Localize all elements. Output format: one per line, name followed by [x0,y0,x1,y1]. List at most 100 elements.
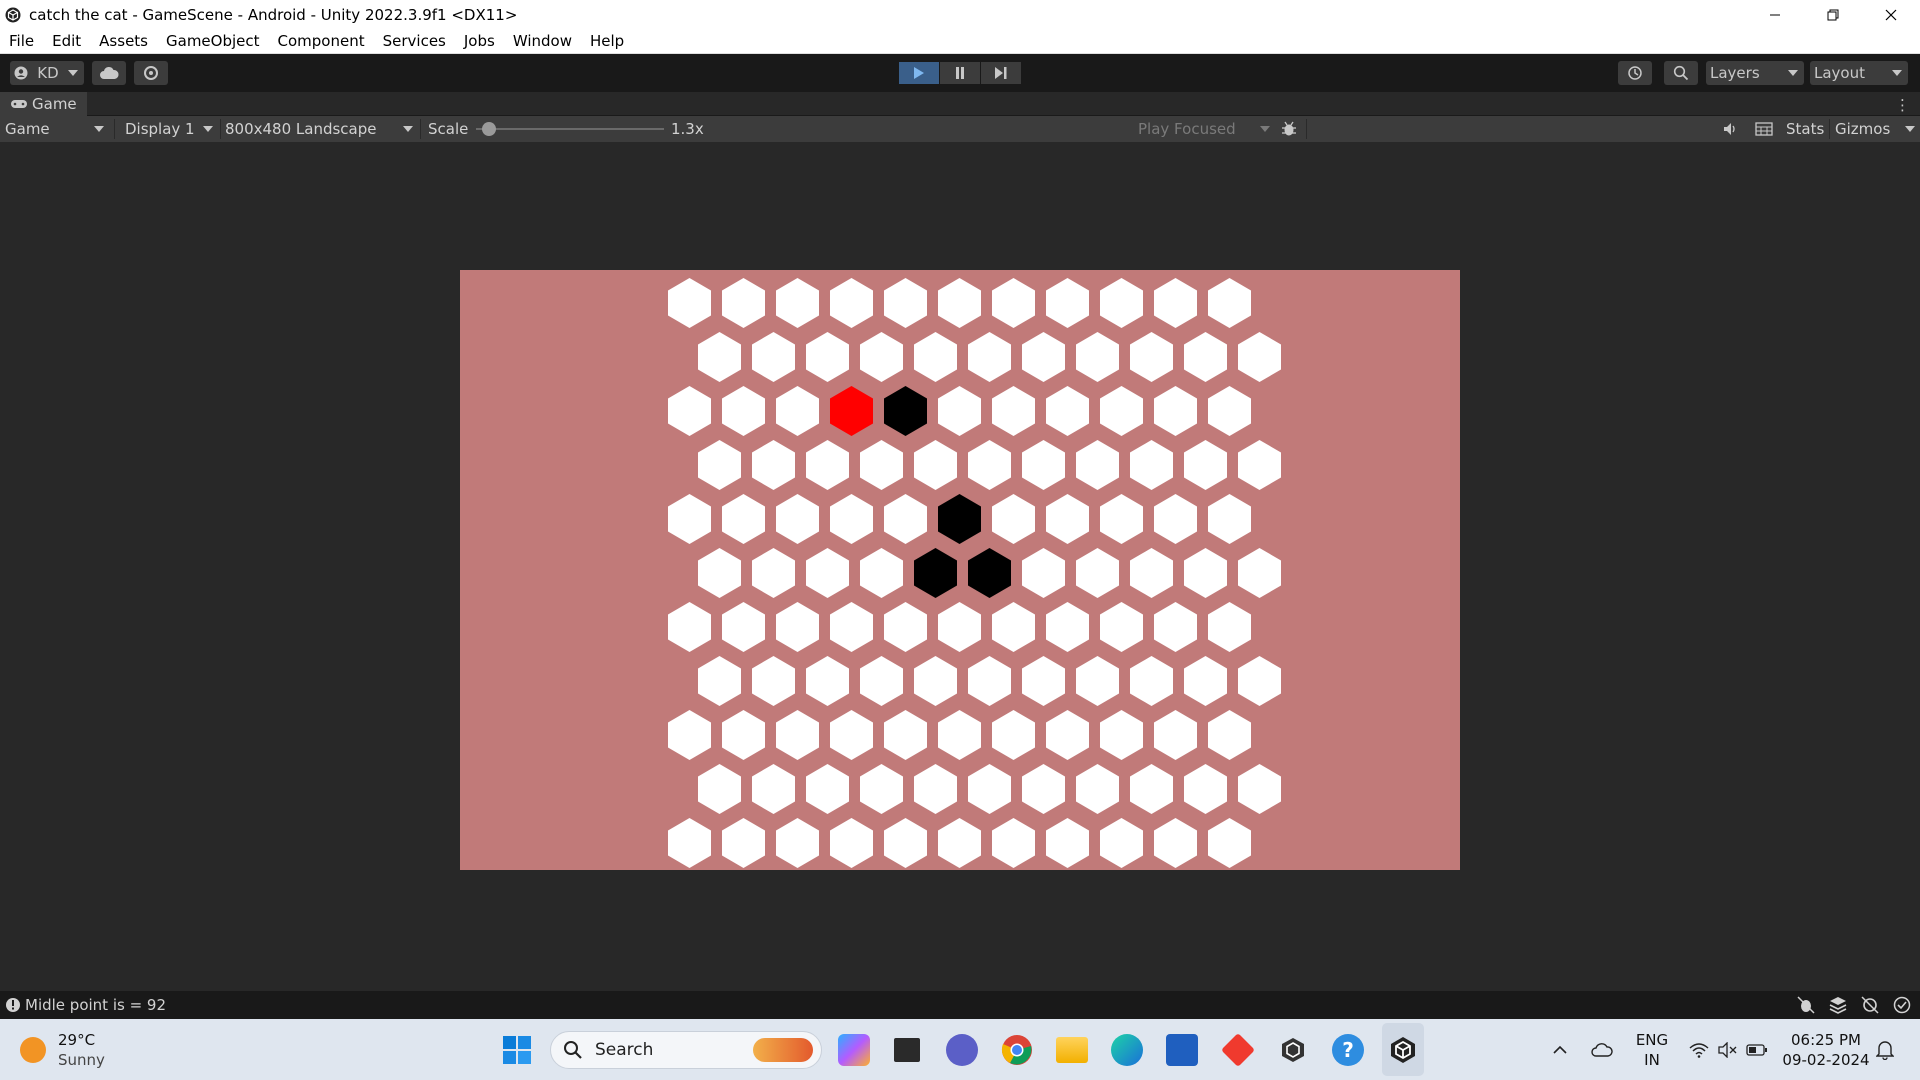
hex-cell[interactable] [1046,278,1089,328]
hex-cell[interactable] [968,656,1011,706]
hex-cell[interactable] [860,656,903,706]
hex-cell[interactable] [830,278,873,328]
hex-cell[interactable] [1130,656,1173,706]
hex-cell[interactable] [1022,764,1065,814]
menu-file[interactable]: File [0,29,43,54]
hex-cell[interactable] [698,332,741,382]
hex-cell[interactable] [806,548,849,598]
hex-cell[interactable] [1238,656,1281,706]
cloud-button[interactable] [92,61,126,85]
taskbar-search[interactable]: Search [550,1031,822,1069]
hex-cell[interactable] [938,710,981,760]
hex-cell[interactable] [914,656,957,706]
hex-cell[interactable] [992,278,1035,328]
hex-cell[interactable] [860,440,903,490]
hex-cell[interactable] [1238,440,1281,490]
hex-cell[interactable] [806,440,849,490]
auto-generate-lighting-icon[interactable] [1860,995,1880,1015]
hex-cell[interactable] [1100,602,1143,652]
hex-cell[interactable] [992,818,1035,868]
hex-cell[interactable] [1208,494,1251,544]
hex-cell[interactable] [1076,548,1119,598]
hex-cell[interactable] [830,494,873,544]
taskbar-task-view[interactable] [889,1019,925,1080]
hex-cell[interactable] [830,710,873,760]
language-indicator[interactable]: ENG IN [1632,1019,1672,1080]
hex-cell[interactable] [698,548,741,598]
hex-cell[interactable] [860,332,903,382]
scale-slider-thumb[interactable] [482,122,497,136]
hex-cell[interactable] [1100,386,1143,436]
hex-cell[interactable] [668,494,711,544]
hex-cell[interactable] [752,548,795,598]
taskbar-teams[interactable] [944,1019,980,1080]
hex-cell[interactable] [1184,656,1227,706]
view-select[interactable]: Game [5,116,110,142]
hex-cell[interactable] [722,278,765,328]
hex-cell[interactable] [1130,332,1173,382]
hex-cell[interactable] [1022,656,1065,706]
restore-button[interactable] [1804,0,1862,29]
hex-cell-blocked[interactable] [938,494,981,544]
hex-cell[interactable] [722,494,765,544]
play-focused-select[interactable]: Play Focused [1138,116,1270,142]
hex-cell[interactable] [1100,710,1143,760]
hex-cell[interactable] [1022,440,1065,490]
hex-cell[interactable] [1208,710,1251,760]
hex-cell[interactable] [806,332,849,382]
hex-cell[interactable] [914,332,957,382]
hex-cell[interactable] [1130,764,1173,814]
step-button[interactable] [981,62,1021,84]
hex-cell[interactable] [1184,548,1227,598]
hex-cell[interactable] [1154,602,1197,652]
hex-cell[interactable] [968,440,1011,490]
taskbar-chrome[interactable] [999,1019,1035,1080]
hex-cell[interactable] [938,602,981,652]
bug-off-icon[interactable] [1796,995,1816,1015]
menu-window[interactable]: Window [504,29,581,54]
hex-cell[interactable] [722,602,765,652]
hex-cell[interactable] [992,494,1035,544]
hex-cell[interactable] [884,602,927,652]
hex-cell[interactable] [806,656,849,706]
taskbar-store[interactable] [1164,1019,1200,1080]
hex-cell[interactable] [1154,278,1197,328]
hex-cell[interactable] [722,386,765,436]
hex-cell[interactable] [722,818,765,868]
menu-services[interactable]: Services [374,29,455,54]
taskbar-unity-editor[interactable] [1382,1023,1424,1076]
hex-cell[interactable] [1208,386,1251,436]
play-button[interactable] [899,62,939,84]
hex-cell[interactable] [752,764,795,814]
hex-cell[interactable] [1076,440,1119,490]
hex-cell[interactable] [776,818,819,868]
hex-cell[interactable] [1046,602,1089,652]
hex-cell[interactable] [776,710,819,760]
console-message[interactable]: Midle point is = 92 [25,996,166,1014]
menu-assets[interactable]: Assets [90,29,157,54]
account-dropdown[interactable]: KD [10,61,84,85]
hex-cell[interactable] [668,710,711,760]
layout-grid-button[interactable] [1755,116,1773,142]
weather-widget[interactable]: 29°C Sunny [20,1019,105,1080]
hex-cell-blocked[interactable] [884,386,927,436]
hex-cell[interactable] [884,494,927,544]
hex-cell[interactable] [830,602,873,652]
hex-cell[interactable] [884,710,927,760]
hex-cell[interactable] [722,710,765,760]
hex-cell[interactable] [668,386,711,436]
hex-cell-blocked[interactable] [968,548,1011,598]
hex-cell[interactable] [860,548,903,598]
clock[interactable]: 06:25 PM 09-02-2024 [1782,1019,1870,1080]
resolution-select[interactable]: 800x480 Landscape [225,116,417,142]
volume-button[interactable] [1716,1019,1740,1080]
hex-cell[interactable] [992,710,1035,760]
hex-cell[interactable] [668,818,711,868]
layers-stack-icon[interactable] [1828,995,1848,1015]
menu-gameobject[interactable]: GameObject [157,29,269,54]
debug-button[interactable] [1280,116,1298,142]
hex-cell[interactable] [752,440,795,490]
hex-cell[interactable] [992,602,1035,652]
game-canvas[interactable] [460,270,1460,870]
hex-cell[interactable] [968,332,1011,382]
